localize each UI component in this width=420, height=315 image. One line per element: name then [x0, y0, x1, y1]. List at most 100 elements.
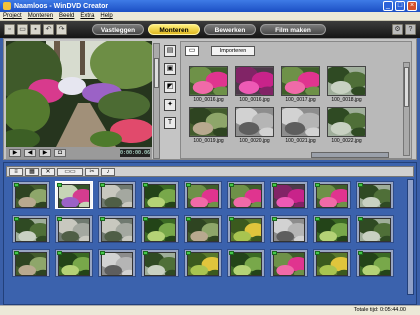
menu-project[interactable]: Project [3, 13, 22, 19]
library-thumbnail[interactable] [281, 66, 320, 96]
storyboard-clip[interactable] [98, 249, 136, 277]
library-item[interactable]: 100_0016.jpg [189, 66, 228, 103]
storyboard-clip[interactable] [356, 249, 394, 277]
clip-marker-icon [186, 183, 191, 187]
delete-clip-icon[interactable]: ✕ [41, 167, 55, 176]
library-item[interactable]: 100_0021.jpg [281, 107, 320, 144]
tab-monteren[interactable]: Monteren [148, 24, 200, 35]
previous-frame-icon[interactable]: ◀ [24, 149, 36, 157]
storyboard-scrollbar[interactable] [407, 179, 414, 295]
storyboard-clip[interactable] [55, 249, 93, 277]
storyboard-clip[interactable] [55, 215, 93, 243]
import-button[interactable]: Importeren [211, 46, 255, 56]
undo-icon[interactable]: ↶ [43, 24, 54, 35]
storyboard-clip[interactable] [98, 215, 136, 243]
storyboard-clip[interactable] [313, 249, 351, 277]
tab-vastleggen[interactable]: Vastleggen [92, 24, 144, 35]
thumbnail-image [59, 253, 89, 275]
storyboard-clip[interactable] [227, 181, 265, 209]
library-scrollbar[interactable] [403, 62, 410, 156]
library-item[interactable]: 100_0022.jpg [327, 107, 366, 144]
maximize-button[interactable]: □ [395, 1, 405, 11]
close-button[interactable]: × [407, 1, 417, 11]
clip-thumbnail [359, 252, 391, 276]
menu-bar: Project Monteren Beeld Extra Help [0, 12, 420, 21]
storyboard-clip[interactable] [313, 215, 351, 243]
storyboard-clip[interactable] [12, 215, 50, 243]
clip-marker-icon [229, 251, 234, 255]
library-thumbnail[interactable] [189, 66, 228, 96]
play-icon[interactable]: ▶ [9, 149, 21, 157]
help-icon[interactable]: ? [405, 24, 416, 35]
settings-icon[interactable]: ⚙ [392, 24, 403, 35]
clip-marker-icon [358, 217, 363, 221]
clip-tools-icon[interactable]: ▭▭ [57, 167, 83, 176]
storyboard-view-icon[interactable]: ▦ [25, 167, 39, 176]
storyboard-clip[interactable] [12, 181, 50, 209]
photo-library-icon[interactable]: ▣ [164, 63, 176, 75]
transitions-icon[interactable]: ◩ [164, 81, 176, 93]
menu-help[interactable]: Help [100, 13, 112, 19]
storyboard-clip[interactable] [270, 215, 308, 243]
library-thumbnail[interactable] [235, 107, 274, 137]
storyboard-clip[interactable] [184, 181, 222, 209]
storyboard-clip[interactable] [270, 181, 308, 209]
redo-icon[interactable]: ↷ [56, 24, 67, 35]
storyboard-clip[interactable] [98, 181, 136, 209]
clip-marker-icon [100, 183, 105, 187]
effects-icon[interactable]: ✦ [164, 99, 176, 111]
save-project-icon[interactable]: ▪ [30, 24, 41, 35]
open-project-icon[interactable]: ▭ [17, 24, 28, 35]
storyboard-clip[interactable] [227, 215, 265, 243]
storyboard-clip[interactable] [184, 215, 222, 243]
audio-icon[interactable]: ♪ [101, 167, 115, 176]
storyboard-clip[interactable] [227, 249, 265, 277]
minimize-button[interactable]: _ [383, 1, 393, 11]
storyboard-clip[interactable] [356, 215, 394, 243]
thumbnail-image [274, 253, 304, 275]
storyboard-clip[interactable] [356, 181, 394, 209]
storyboard-clip[interactable] [141, 215, 179, 243]
scrubber-handle[interactable] [154, 58, 159, 88]
storyboard-clip[interactable] [313, 181, 351, 209]
storyboard-clip[interactable] [141, 249, 179, 277]
menu-monteren[interactable]: Monteren [28, 13, 53, 19]
next-frame-icon[interactable]: ▶ [39, 149, 51, 157]
preview-scrubber[interactable] [153, 43, 160, 159]
library-scroll-thumb[interactable] [404, 67, 409, 107]
library-thumbnail[interactable] [235, 66, 274, 96]
menu-beeld[interactable]: Beeld [59, 13, 74, 19]
storyboard-clip[interactable] [184, 249, 222, 277]
storyboard-clip[interactable] [12, 249, 50, 277]
library-thumbnail[interactable] [327, 107, 366, 137]
timeline-view-icon[interactable]: ≡ [9, 167, 23, 176]
thumbnail-image [102, 253, 132, 275]
storyboard-clip[interactable] [270, 249, 308, 277]
split-clip-icon[interactable]: ✂ [85, 167, 99, 176]
thumbnail-image [360, 253, 390, 275]
library-thumbnail[interactable] [281, 107, 320, 137]
tab-bewerken[interactable]: Bewerken [204, 24, 256, 35]
clip-marker-icon [229, 183, 234, 187]
library-item[interactable]: 100_0017.jpg [281, 66, 320, 103]
library-thumbnail[interactable] [327, 66, 366, 96]
tab-film-maken[interactable]: Film maken [260, 24, 326, 35]
new-project-icon[interactable]: ▫ [4, 24, 15, 35]
library-thumbnail[interactable] [189, 107, 228, 137]
library-item[interactable]: 100_0020.jpg [235, 107, 274, 144]
thumbnail-image [16, 253, 46, 275]
folder-icon[interactable]: ▭ [185, 46, 199, 56]
library-item[interactable]: 100_0016.jpg [235, 66, 274, 103]
storyboard-clip[interactable] [55, 181, 93, 209]
clip-marker-icon [358, 251, 363, 255]
library-item[interactable]: 100_0018.jpg [327, 66, 366, 103]
title-icon[interactable]: T [164, 117, 176, 129]
clip-thumbnail [144, 252, 176, 276]
snapshot-icon[interactable]: ◘ [54, 149, 66, 157]
clip-marker-icon [57, 251, 62, 255]
menu-extra[interactable]: Extra [80, 13, 94, 19]
library-item[interactable]: 100_0019.jpg [189, 107, 228, 144]
clip-marker-icon [315, 217, 320, 221]
storyboard-clip[interactable] [141, 181, 179, 209]
video-library-icon[interactable]: ▤ [164, 45, 176, 57]
